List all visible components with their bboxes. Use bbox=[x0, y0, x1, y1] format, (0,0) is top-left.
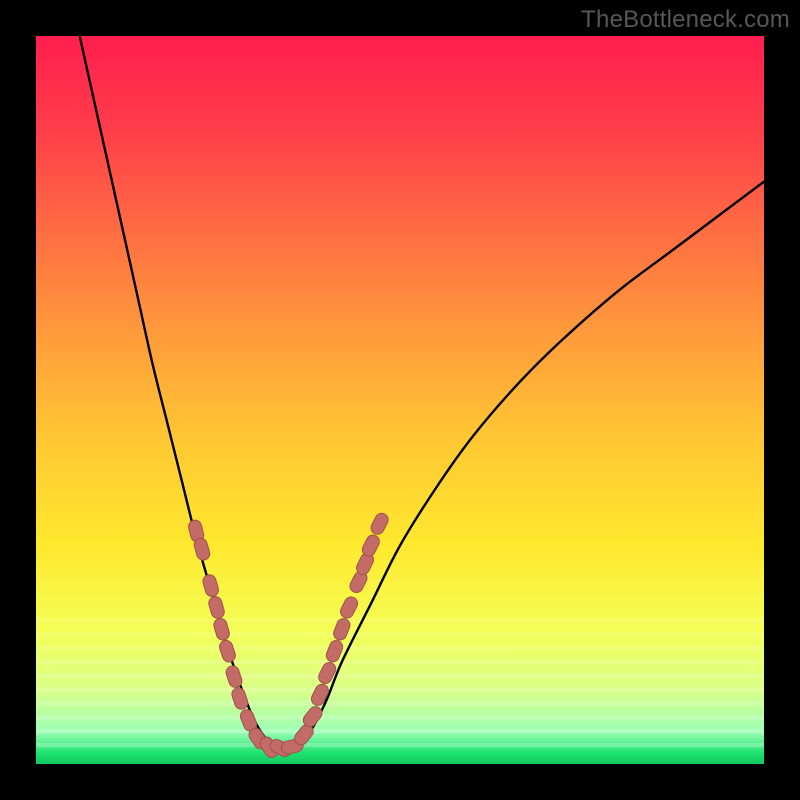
chart-frame: TheBottleneck.com bbox=[0, 0, 800, 800]
plot-svg bbox=[36, 36, 764, 764]
watermark-text: TheBottleneck.com bbox=[581, 6, 790, 34]
gradient-background bbox=[36, 36, 764, 764]
plot-area bbox=[36, 36, 764, 764]
